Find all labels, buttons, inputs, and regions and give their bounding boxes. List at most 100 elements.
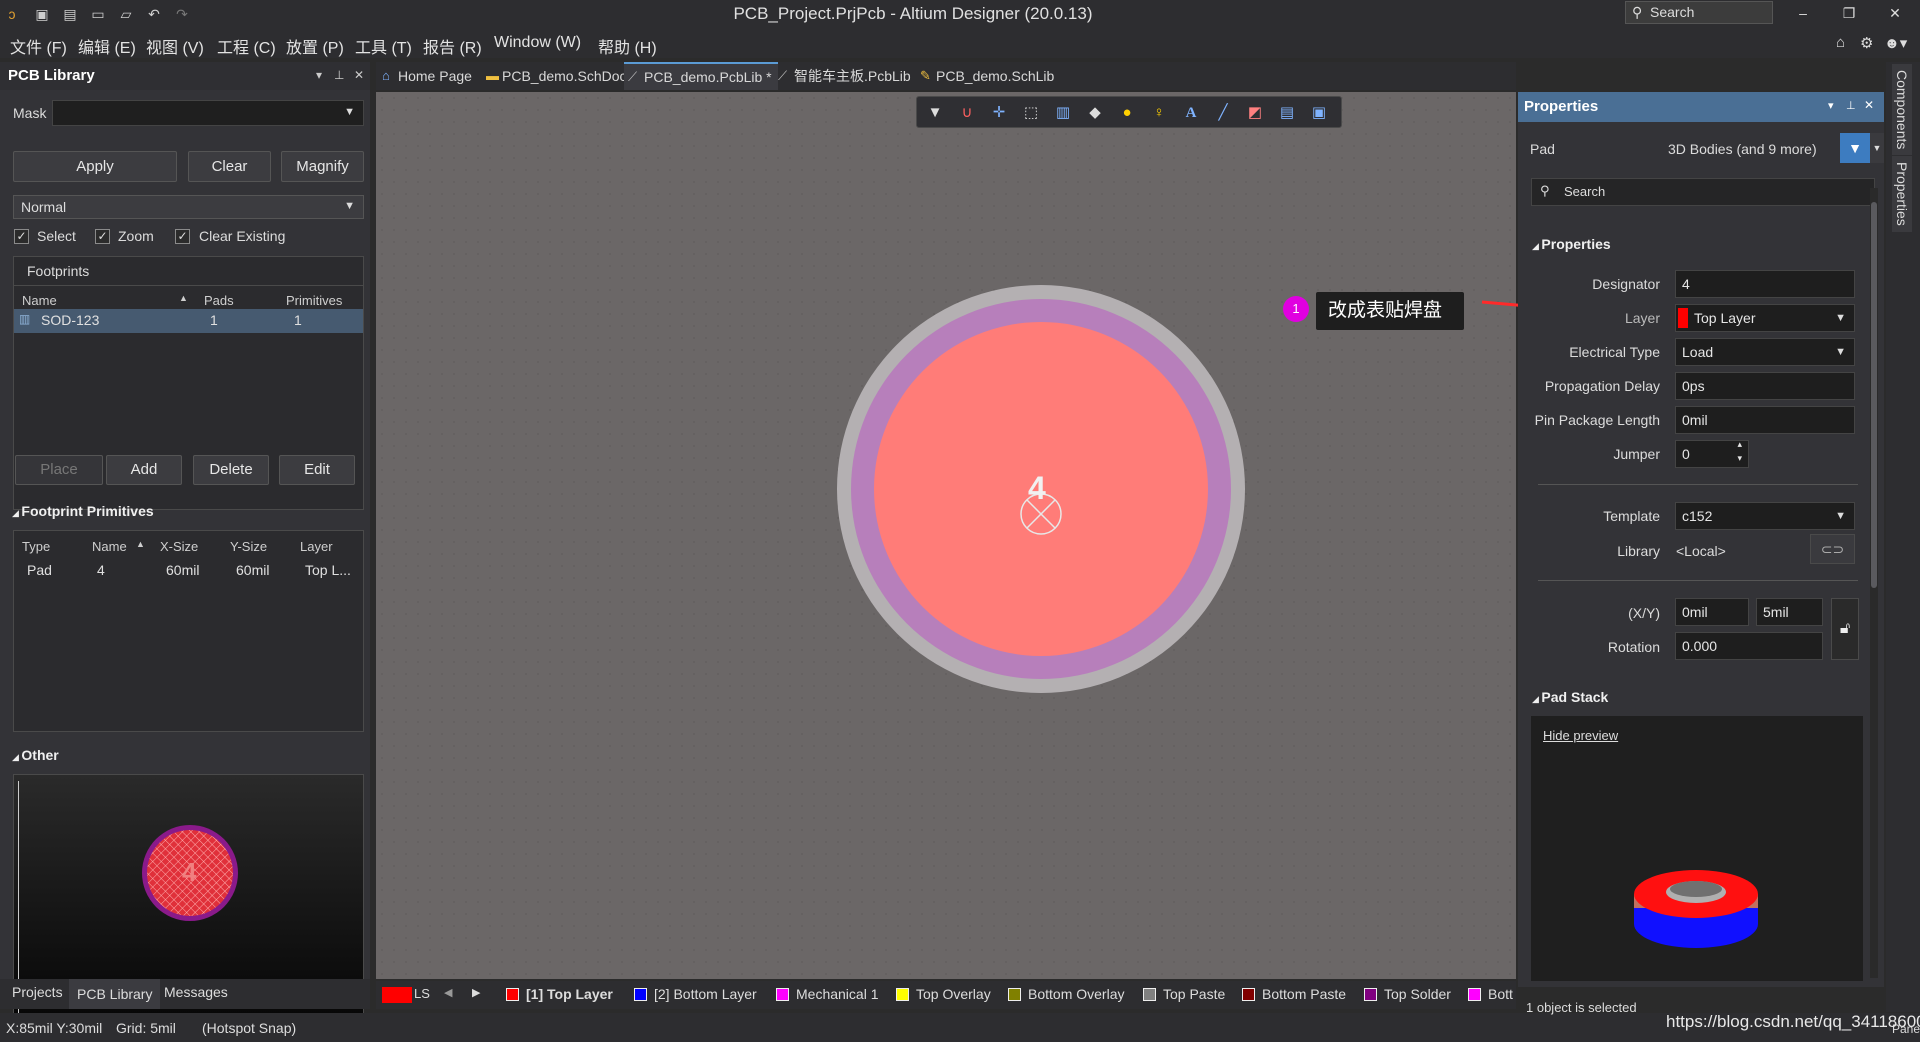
- pin-icon[interactable]: ⊥: [1846, 99, 1856, 112]
- layer-tab-top-overlay[interactable]: Top Overlay: [896, 986, 991, 1002]
- col-type[interactable]: Type: [22, 539, 50, 554]
- menu-place[interactable]: 放置 (P): [286, 34, 344, 58]
- menu-help[interactable]: 帮助 (H): [598, 34, 657, 58]
- magnify-button[interactable]: Magnify: [281, 151, 364, 182]
- align-icon[interactable]: ▥: [1053, 103, 1073, 123]
- filter-icon[interactable]: ▼: [1840, 133, 1870, 163]
- table-row[interactable]: Pad 4 60mil 60mil Top L...: [14, 559, 363, 583]
- filter-icon[interactable]: ▼: [925, 103, 945, 123]
- filter-dropdown-icon[interactable]: ▼: [1870, 133, 1884, 163]
- layer-tab-bottom-overlay[interactable]: Bottom Overlay: [1008, 986, 1124, 1002]
- user-icon[interactable]: ☻▾: [1884, 34, 1907, 52]
- side-tab-properties[interactable]: Properties: [1892, 156, 1912, 232]
- panel-menu-icon[interactable]: ▾: [316, 68, 322, 82]
- apply-button[interactable]: Apply: [13, 151, 177, 182]
- layer-select[interactable]: Top Layer ▼: [1675, 304, 1855, 332]
- arc-icon[interactable]: ◩: [1245, 103, 1265, 123]
- side-tab-components[interactable]: Components: [1892, 64, 1912, 156]
- electrical-type-select[interactable]: Load ▼: [1675, 338, 1855, 366]
- title-search-box[interactable]: ⚲ Search: [1625, 1, 1773, 24]
- zoom-checkbox[interactable]: ✓: [95, 229, 110, 244]
- region-icon[interactable]: ▣: [1309, 103, 1329, 123]
- col-layer[interactable]: Layer: [300, 539, 333, 554]
- crosshair-icon[interactable]: ✛: [989, 103, 1009, 123]
- link-icon[interactable]: ⊂⊃: [1810, 534, 1855, 564]
- layer-tab-mechanical-1[interactable]: Mechanical 1: [776, 986, 879, 1002]
- tab-pcb-library[interactable]: PCB Library: [69, 979, 161, 1009]
- select-rect-icon[interactable]: ⬚: [1021, 103, 1041, 123]
- home-icon[interactable]: ⌂: [1836, 34, 1845, 51]
- menu-view[interactable]: 视图 (V): [146, 34, 204, 58]
- col-xsize[interactable]: X-Size: [160, 539, 198, 554]
- menu-window[interactable]: Window (W): [494, 34, 581, 52]
- lock-icon[interactable]: 🔓︎: [1831, 598, 1859, 660]
- minimize-button[interactable]: –: [1788, 2, 1818, 24]
- tab-pcblib[interactable]: ⟋ PCB_demo.PcbLib *: [624, 62, 778, 90]
- col-ysize[interactable]: Y-Size: [230, 539, 267, 554]
- col-name[interactable]: Name: [22, 293, 57, 308]
- properties-section-title[interactable]: ◢ Properties: [1532, 236, 1611, 252]
- text-icon[interactable]: A: [1181, 103, 1201, 123]
- eraser-icon[interactable]: ◆: [1085, 103, 1105, 123]
- dimension-icon[interactable]: ▤: [1277, 103, 1297, 123]
- col-pads[interactable]: Pads: [204, 293, 234, 308]
- place-button[interactable]: Place: [15, 455, 103, 485]
- col-primitives[interactable]: Primitives: [286, 293, 342, 308]
- scroll-right-icon[interactable]: ▶: [472, 986, 480, 999]
- magnet-icon[interactable]: ∪: [957, 103, 977, 123]
- via-icon[interactable]: ♀: [1149, 103, 1169, 123]
- jumper-stepper[interactable]: 0 ▴ ▾: [1675, 440, 1749, 468]
- tab-projects[interactable]: Projects: [12, 984, 63, 1000]
- layer-tab-top-layer[interactable]: [1] Top Layer: [506, 986, 613, 1002]
- panel-menu-icon[interactable]: ▾: [1828, 99, 1834, 112]
- menu-tools[interactable]: 工具 (T): [355, 34, 412, 58]
- menu-reports[interactable]: 报告 (R): [423, 34, 482, 58]
- delete-button[interactable]: Delete: [193, 455, 269, 485]
- close-window-button[interactable]: ✕: [1880, 2, 1910, 24]
- properties-scrollbar[interactable]: [1870, 188, 1878, 978]
- stepper-arrows-icon[interactable]: ▴ ▾: [1737, 441, 1742, 465]
- propagation-delay-field[interactable]: 0ps: [1675, 372, 1855, 400]
- tab-schlib[interactable]: ✎ PCB_demo.SchLib: [916, 62, 1054, 90]
- table-row[interactable]: ▥ SOD-123 1 1: [14, 309, 363, 333]
- layer-tab-top-paste[interactable]: Top Paste: [1143, 986, 1225, 1002]
- select-checkbox[interactable]: ✓: [14, 229, 29, 244]
- properties-search-input[interactable]: ⚲ Search: [1531, 178, 1875, 206]
- current-layer-swatch[interactable]: [382, 987, 412, 1003]
- scroll-left-icon[interactable]: ◀: [444, 986, 452, 999]
- other-title[interactable]: ◢ Other: [12, 747, 59, 763]
- layer-tab-bottom-layer[interactable]: [2] Bottom Layer: [634, 986, 757, 1002]
- gear-icon[interactable]: ⚙: [1860, 34, 1873, 52]
- col-prim-name[interactable]: Name: [92, 539, 127, 554]
- scrollbar-thumb[interactable]: [1871, 202, 1877, 588]
- pad-stack-title[interactable]: ◢ Pad Stack: [1532, 689, 1608, 705]
- close-icon[interactable]: ✕: [354, 68, 364, 82]
- add-button[interactable]: Add: [106, 455, 182, 485]
- hide-preview-link[interactable]: Hide preview: [1543, 728, 1618, 743]
- close-icon[interactable]: ✕: [1864, 98, 1874, 112]
- pin-package-length-field[interactable]: 0mil: [1675, 406, 1855, 434]
- mask-input[interactable]: ▼: [52, 100, 364, 126]
- restore-button[interactable]: ❐: [1834, 2, 1864, 24]
- designator-field[interactable]: 4: [1675, 270, 1855, 298]
- layer-tab-bottom-paste[interactable]: Bottom Paste: [1242, 986, 1346, 1002]
- x-field[interactable]: 0mil: [1675, 598, 1749, 626]
- pcb-canvas[interactable]: 4: [376, 92, 1516, 979]
- layer-set-label[interactable]: LS: [414, 986, 430, 1001]
- clear-existing-checkbox[interactable]: ✓: [175, 229, 190, 244]
- tab-smartcar-pcblib[interactable]: ⟋ 智能车主板.PcbLib: [774, 62, 911, 90]
- line-icon[interactable]: ╱: [1213, 103, 1233, 123]
- template-select[interactable]: c152 ▼: [1675, 502, 1855, 530]
- rotation-field[interactable]: 0.000: [1675, 632, 1823, 660]
- menu-edit[interactable]: 编辑 (E): [78, 34, 136, 58]
- layer-tab-bottom-solder[interactable]: Bott: [1468, 986, 1513, 1002]
- tab-schdoc[interactable]: ▬ PCB_demo.SchDoc: [482, 62, 627, 90]
- pad-icon[interactable]: ●: [1117, 103, 1137, 123]
- pin-icon[interactable]: ⊥: [334, 68, 344, 82]
- menu-file[interactable]: 文件 (F): [10, 34, 67, 58]
- mode-select[interactable]: Normal ▼: [13, 195, 364, 219]
- clear-button[interactable]: Clear: [188, 151, 271, 182]
- edit-button[interactable]: Edit: [279, 455, 355, 485]
- y-field[interactable]: 5mil: [1756, 598, 1823, 626]
- tab-messages[interactable]: Messages: [164, 984, 228, 1000]
